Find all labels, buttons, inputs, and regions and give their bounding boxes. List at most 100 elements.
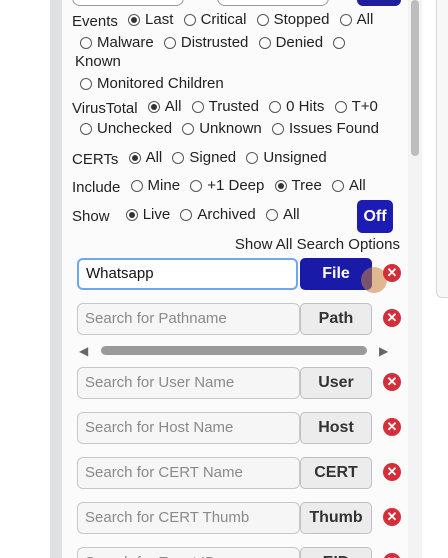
events-all-radio[interactable]: All — [339, 10, 374, 30]
cert-thumb-search-input[interactable]: Search for CERT Thumb — [77, 502, 300, 534]
radio-icon[interactable] — [180, 209, 193, 221]
vt-t0-radio[interactable]: T+0 — [334, 97, 378, 117]
radio-icon[interactable] — [128, 14, 141, 26]
radio-label: Distrusted — [180, 34, 249, 51]
vt-unknown-radio[interactable]: Unknown — [182, 119, 262, 139]
thumb-search-row: Search for CERT Thumb Thumb ✕ — [77, 502, 401, 534]
events-stopped-radio[interactable]: Stopped — [256, 10, 329, 30]
horizontal-scroll-thumb[interactable] — [101, 346, 367, 355]
show-live-radio[interactable]: Live — [125, 205, 171, 225]
radio-icon[interactable] — [147, 101, 160, 113]
left-margin — [0, 0, 50, 558]
include-tree-radio[interactable]: Tree — [274, 176, 322, 196]
events-distrusted-radio[interactable]: Distrusted — [163, 33, 249, 53]
path-search-button[interactable]: Path — [300, 303, 372, 335]
radio-icon[interactable] — [256, 14, 269, 26]
top-partial-field-2[interactable] — [217, 0, 329, 6]
radio-label: All — [356, 11, 374, 28]
file-search-row: Whatsapp File ✕ — [77, 258, 401, 293]
show-all-search-options-link[interactable]: Show All Search Options — [235, 236, 400, 253]
radio-icon[interactable] — [130, 180, 143, 192]
radio-icon[interactable] — [80, 37, 92, 49]
host-search-button[interactable]: Host — [300, 412, 372, 444]
vertical-scroll-thumb[interactable] — [411, 0, 419, 156]
radio-icon[interactable] — [269, 101, 282, 113]
file-search-input[interactable]: Whatsapp — [77, 258, 298, 290]
radio-label: Last — [145, 11, 174, 28]
events-known-radio-button[interactable] — [333, 37, 350, 49]
radio-label: Live — [142, 206, 171, 223]
radio-icon[interactable] — [333, 37, 346, 49]
radio-label: Issues Found — [288, 120, 379, 137]
radio-icon[interactable] — [332, 180, 345, 192]
radio-icon[interactable] — [125, 209, 138, 221]
vt-issues-found-radio[interactable]: Issues Found — [271, 119, 379, 139]
scroll-right-arrow-icon[interactable]: ▶ — [379, 344, 388, 358]
thumb-search-button[interactable]: Thumb — [300, 502, 372, 534]
radio-icon[interactable] — [265, 209, 278, 221]
user-search-row: Search for User Name User ✕ — [77, 367, 401, 399]
radio-label: Malware — [97, 34, 154, 51]
radio-icon[interactable] — [163, 37, 176, 49]
radio-icon[interactable] — [274, 180, 287, 192]
radio-icon[interactable] — [182, 123, 195, 135]
event-id-search-input[interactable]: Search for Event ID — [77, 547, 300, 558]
events-malware-radio[interactable]: Malware — [80, 33, 154, 53]
radio-icon[interactable] — [258, 37, 271, 49]
clear-thumb-x-icon[interactable]: ✕ — [383, 508, 401, 526]
vt-all-radio[interactable]: All — [147, 97, 181, 117]
clear-user-x-icon[interactable]: ✕ — [383, 373, 401, 391]
off-toggle-button[interactable]: Off — [357, 200, 393, 233]
certs-unsigned-radio[interactable]: Unsigned — [246, 148, 327, 168]
events-monitored-children-radio[interactable]: Monitored Children — [80, 74, 224, 94]
radio-label: All — [145, 149, 163, 166]
include-plus1-deep-radio[interactable]: +1 Deep — [190, 176, 264, 196]
events-denied-radio[interactable]: Denied — [258, 33, 323, 53]
show-archived-radio[interactable]: Archived — [180, 205, 256, 225]
eid-search-button[interactable]: EID — [300, 547, 372, 558]
radio-icon[interactable] — [172, 152, 185, 164]
radio-icon[interactable] — [80, 78, 92, 90]
cert-name-search-input[interactable]: Search for CERT Name — [77, 457, 300, 489]
clear-file-x-icon[interactable]: ✕ — [383, 264, 401, 282]
certs-signed-radio[interactable]: Signed — [172, 148, 236, 168]
certs-all-radio[interactable]: All — [128, 148, 163, 168]
include-all-radio[interactable]: All — [332, 176, 366, 196]
show-filter-row: Show Live Archived All — [72, 205, 306, 227]
events-last-radio[interactable]: Last — [128, 10, 173, 30]
radio-icon[interactable] — [246, 152, 259, 164]
host-name-search-input[interactable]: Search for Host Name — [77, 412, 300, 444]
radio-icon[interactable] — [183, 14, 196, 26]
radio-icon[interactable] — [271, 123, 284, 135]
host-search-row: Search for Host Name Host ✕ — [77, 412, 401, 444]
radio-icon[interactable] — [191, 101, 204, 113]
horizontal-scrollbar[interactable]: ◀ ▶ — [77, 342, 393, 358]
clear-cert-x-icon[interactable]: ✕ — [383, 463, 401, 481]
virustotal-filter-row-1: VirusTotal All Trusted 0 Hits T+0 — [72, 97, 384, 119]
scroll-left-arrow-icon[interactable]: ◀ — [79, 344, 88, 358]
show-all-radio[interactable]: All — [265, 205, 300, 225]
events-critical-radio[interactable]: Critical — [183, 10, 246, 30]
vt-unchecked-radio[interactable]: Unchecked — [80, 119, 172, 139]
clear-eid-x-icon[interactable]: ✕ — [383, 553, 401, 558]
clear-path-x-icon[interactable]: ✕ — [383, 309, 401, 327]
radio-icon[interactable] — [80, 123, 92, 135]
clear-host-x-icon[interactable]: ✕ — [383, 418, 401, 436]
vt-trusted-radio[interactable]: Trusted — [191, 97, 259, 117]
radio-icon[interactable] — [334, 101, 347, 113]
top-partial-field-1[interactable] — [72, 0, 184, 6]
pathname-search-input[interactable]: Search for Pathname — [77, 303, 300, 335]
events-filter-row-2: Malware Distrusted Denied — [80, 33, 356, 55]
radio-icon[interactable] — [339, 14, 352, 26]
radio-icon[interactable] — [190, 180, 203, 192]
radio-icon[interactable] — [128, 152, 141, 164]
radio-label: +1 Deep — [207, 177, 265, 194]
radio-label: T+0 — [351, 98, 378, 115]
vertical-scrollbar[interactable] — [408, 0, 422, 558]
user-search-button[interactable]: User — [300, 367, 372, 399]
include-mine-radio[interactable]: Mine — [130, 176, 180, 196]
vt-0hits-radio[interactable]: 0 Hits — [269, 97, 324, 117]
cert-search-button[interactable]: CERT — [300, 457, 372, 489]
user-name-search-input[interactable]: Search for User Name — [77, 367, 300, 399]
top-partial-button[interactable] — [357, 0, 401, 6]
